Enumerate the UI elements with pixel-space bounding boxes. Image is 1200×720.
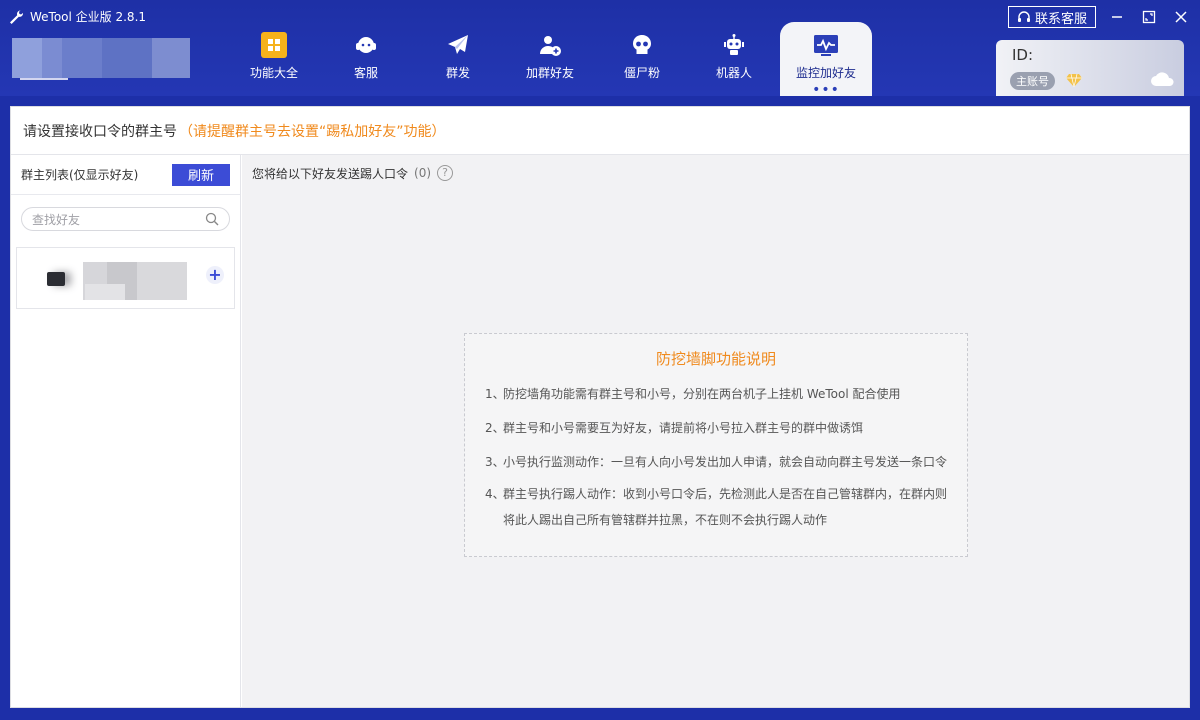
contact-support-button[interactable]: 联系客服 bbox=[1007, 6, 1096, 28]
account-id-label: ID: bbox=[1012, 46, 1034, 64]
nav-label: 僵尸粉 bbox=[623, 66, 660, 80]
description-item: 3、 小号执行监测动作：一旦有人向小号发出加人申请，就会自动向群主号发送一条口令 bbox=[485, 455, 948, 469]
main-panel: 请设置接收口令的群主号 （请提醒群主号去设置“踢私加好友”功能） 群主列表(仅显… bbox=[10, 106, 1190, 708]
main-account-badge: 主账号 bbox=[1010, 72, 1055, 90]
monitor-pulse-icon bbox=[813, 32, 839, 58]
wrench-icon bbox=[10, 9, 24, 24]
group-owner-list-title: 群主列表(仅显示好友) bbox=[21, 168, 139, 182]
account-card[interactable]: ID: 主账号 bbox=[996, 40, 1184, 96]
add-user-icon bbox=[537, 32, 563, 58]
cloud-icon bbox=[1151, 72, 1174, 86]
top-bar: WeTool 企业版 2.8.1 功能大全 客服 群发 加群好友 僵尸粉 机器人… bbox=[0, 0, 1200, 97]
avatar[interactable] bbox=[12, 38, 190, 80]
nav-label: 加群好友 bbox=[525, 66, 574, 80]
nav-item-broadcast[interactable]: 群发 bbox=[412, 22, 504, 96]
grid-icon bbox=[261, 32, 287, 58]
refresh-button[interactable]: 刷新 bbox=[172, 163, 230, 186]
feature-description-title: 防挖墙脚功能说明 bbox=[655, 350, 776, 368]
nav-item-zombie-fans[interactable]: 僵尸粉 bbox=[596, 22, 688, 96]
paper-plane-icon bbox=[445, 32, 471, 58]
recipient-count: (0) bbox=[414, 166, 432, 180]
panel-title: 请设置接收口令的群主号 bbox=[23, 123, 177, 140]
feature-description-box: 防挖墙脚功能说明 1、 防挖墙角功能需有群主号和小号，分别在两台机子上挂机 WeT… bbox=[464, 333, 968, 557]
app-title: WeTool 企业版 2.8.1 bbox=[8, 8, 146, 25]
search-icon[interactable] bbox=[205, 212, 219, 226]
minimize-icon[interactable] bbox=[1106, 6, 1128, 28]
app-title-text: WeTool 企业版 2.8.1 bbox=[30, 10, 147, 24]
search-friend-field[interactable]: 查找好友 bbox=[21, 207, 230, 231]
diamond-icon bbox=[1066, 73, 1082, 87]
list-item[interactable]: + bbox=[16, 247, 235, 309]
close-icon[interactable] bbox=[1170, 6, 1192, 28]
more-dots-icon[interactable]: ••• bbox=[812, 83, 840, 97]
group-owner-toolbar: 群主列表(仅显示好友) 刷新 bbox=[11, 155, 240, 195]
search-placeholder: 查找好友 bbox=[32, 212, 81, 227]
maximize-icon[interactable] bbox=[1138, 6, 1160, 28]
nav-label: 功能大全 bbox=[249, 66, 298, 80]
panel-hint: （请提醒群主号去设置“踢私加好友”功能） bbox=[179, 123, 446, 140]
main-nav: 功能大全 客服 群发 加群好友 僵尸粉 机器人 监控加好友 ••• bbox=[228, 22, 872, 97]
nav-item-add-group-friends[interactable]: 加群好友 bbox=[504, 22, 596, 96]
contact-support-label: 联系客服 bbox=[1034, 10, 1087, 26]
recipient-title: 您将给以下好友发送踢人口令 bbox=[252, 166, 409, 181]
recipient-panel: 您将给以下好友发送踢人口令 (0) ? 防挖墙脚功能说明 1、 防挖墙角功能需有群… bbox=[242, 155, 1189, 707]
description-item: 2、 群主号和小号需要互为好友，请提前将小号拉入群主号的群中做诱饵 bbox=[485, 421, 864, 435]
recipient-header: 您将给以下好友发送踢人口令 (0) ? bbox=[242, 155, 1189, 191]
headphone-icon bbox=[1017, 11, 1030, 22]
group-owner-panel: 群主列表(仅显示好友) 刷新 查找好友 + bbox=[11, 155, 241, 707]
description-item: 4、 群主号执行踢人动作：收到小号口令后，先检测此人是否在自己管辖群内，在群内则将… bbox=[485, 487, 948, 527]
robot-icon bbox=[721, 32, 747, 58]
headset-icon bbox=[353, 32, 379, 58]
nav-label: 监控加好友 bbox=[795, 66, 856, 80]
panel-header: 请设置接收口令的群主号 （请提醒群主号去设置“踢私加好友”功能） bbox=[11, 107, 1189, 155]
avatar bbox=[37, 262, 197, 300]
nav-item-customer-service[interactable]: 客服 bbox=[320, 22, 412, 96]
nav-item-features[interactable]: 功能大全 bbox=[228, 22, 320, 96]
nav-item-monitor-add-friends[interactable]: 监控加好友 ••• bbox=[780, 22, 872, 97]
nav-item-robot[interactable]: 机器人 bbox=[688, 22, 780, 96]
nav-label: 机器人 bbox=[715, 66, 752, 80]
add-icon[interactable]: + bbox=[206, 266, 224, 284]
nav-label: 群发 bbox=[445, 66, 470, 80]
description-item: 1、 防挖墙角功能需有群主号和小号，分别在两台机子上挂机 WeTool 配合使用 bbox=[485, 387, 901, 401]
help-icon[interactable]: ? bbox=[437, 165, 454, 181]
window-controls: 联系客服 bbox=[1007, 6, 1192, 28]
skull-icon bbox=[629, 32, 655, 58]
nav-label: 客服 bbox=[353, 66, 378, 80]
